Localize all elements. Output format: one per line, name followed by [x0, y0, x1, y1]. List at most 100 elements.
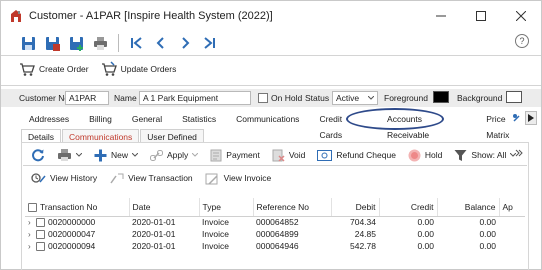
transaction-cell: › 0020000094 [28, 240, 96, 252]
refund-cheque-button[interactable]: Refund Cheque [317, 145, 400, 165]
select-all-checkbox[interactable] [28, 202, 37, 212]
tab-scroll-right[interactable] [525, 111, 537, 125]
hold-icon [408, 149, 421, 161]
ar-toolbar-divider [23, 165, 527, 166]
subtab-details[interactable]: Details [21, 129, 61, 143]
cheque-icon [317, 149, 333, 161]
row-checkbox[interactable] [36, 230, 45, 240]
minimize-button[interactable] [421, 1, 461, 30]
col-reference-no[interactable]: Reference No [253, 198, 332, 217]
row-checkbox[interactable] [36, 218, 45, 228]
col-type[interactable]: Type [199, 198, 254, 217]
table-row[interactable]: › 0020000047 2020-01-01 Invoice 000064899… [25, 228, 525, 240]
void-button[interactable]: Void [272, 145, 310, 165]
col-applied[interactable]: Ap [499, 198, 525, 217]
expand-icon[interactable]: › [28, 230, 36, 239]
table-row[interactable]: › 0020000000 2020-01-01 Invoice 000064852… [25, 216, 525, 228]
tab-addresses[interactable]: Addresses [19, 111, 79, 127]
view-transaction-button[interactable]: View Transaction [109, 168, 197, 188]
col-credit[interactable]: Credit [379, 198, 438, 217]
save-new-button[interactable] [67, 34, 85, 52]
next-record-button[interactable] [176, 34, 194, 52]
minimize-icon [436, 15, 446, 16]
reference-cell: 000064899 [256, 229, 299, 239]
first-record-icon [131, 37, 142, 49]
row-checkbox[interactable] [36, 242, 45, 252]
credit-cell: 0.00 [417, 241, 434, 251]
save-close-button[interactable] [43, 34, 61, 52]
col-debit[interactable]: Debit [331, 198, 380, 217]
save-button[interactable] [19, 34, 37, 52]
expand-icon[interactable]: › [28, 218, 36, 227]
col-transaction-no[interactable]: Transaction No [25, 198, 130, 217]
subtab-user-defined[interactable]: User Defined [140, 129, 204, 143]
balance-cell: 0.00 [479, 229, 496, 239]
refresh-icon [32, 149, 44, 162]
toolbar-divider [1, 55, 541, 56]
header-divider [1, 85, 541, 86]
view-toolbar: View History View Transaction View Invoi… [31, 170, 275, 186]
chevron-down-icon [368, 96, 374, 100]
update-orders-button[interactable]: Update Orders [101, 59, 181, 79]
tab-general[interactable]: General [122, 111, 172, 127]
tab-statistics[interactable]: Statistics [172, 111, 226, 127]
maximize-icon [476, 10, 486, 21]
previous-record-button[interactable] [152, 34, 170, 52]
refresh-button[interactable] [31, 145, 49, 165]
caret-right-icon [528, 114, 534, 122]
tab-communications[interactable]: Communications [226, 111, 309, 127]
status-label: Status [305, 93, 330, 103]
reference-cell: 000064946 [256, 241, 299, 251]
name-field[interactable]: A 1 Park Equipment [139, 91, 251, 105]
last-record-button[interactable] [200, 34, 218, 52]
apply-button[interactable]: Apply [150, 145, 202, 165]
view-history-button[interactable]: View History [31, 168, 101, 188]
create-order-label: Create Order [39, 64, 89, 74]
close-button[interactable] [501, 1, 541, 30]
last-record-icon [204, 37, 215, 49]
window-title: Customer - A1PAR [Inspire Health System … [29, 9, 273, 22]
filter-icon [454, 149, 467, 161]
apply-label: Apply [167, 150, 189, 160]
help-button[interactable]: ? [515, 34, 529, 48]
status-select[interactable]: Active [332, 91, 378, 105]
create-order-button[interactable]: Create Order [19, 59, 93, 79]
invoice-icon [205, 173, 218, 185]
payment-icon [210, 149, 222, 161]
tab-billing[interactable]: Billing [79, 111, 122, 127]
col-balance[interactable]: Balance [437, 198, 500, 217]
view-invoice-button[interactable]: View Invoice [205, 168, 276, 188]
foreground-color-swatch[interactable] [433, 91, 449, 103]
first-record-button[interactable] [128, 34, 146, 52]
type-cell: Invoice [202, 229, 229, 239]
customer-no-field[interactable]: A1PAR [65, 91, 109, 105]
transactions-grid: Transaction No Date Type Reference No De… [25, 198, 525, 252]
transaction-icon [110, 173, 124, 183]
new-button[interactable]: New [94, 145, 142, 165]
payment-button[interactable]: Payment [210, 145, 264, 165]
help-icon: ? [519, 36, 525, 46]
subtab-communications[interactable]: Communications [61, 129, 140, 143]
chevron-down-icon [192, 153, 199, 157]
expand-icon[interactable]: › [28, 242, 36, 251]
refund-cheque-label: Refund Cheque [336, 150, 396, 160]
tab-overflow-icon [511, 111, 523, 125]
close-icon [516, 10, 526, 21]
history-icon [31, 172, 46, 183]
on-hold-checkbox[interactable] [258, 93, 268, 103]
hold-button[interactable]: Hold [408, 145, 446, 165]
void-icon [272, 149, 285, 162]
show-filter-button[interactable]: Show: All [454, 145, 520, 165]
col-date[interactable]: Date [129, 198, 200, 217]
grid-header-row: Transaction No Date Type Reference No De… [25, 198, 525, 217]
save-close-icon [45, 36, 60, 51]
print-menu-button[interactable] [57, 145, 86, 165]
printer-icon [93, 36, 107, 50]
background-color-swatch[interactable] [506, 91, 522, 103]
maximize-button[interactable] [461, 1, 501, 30]
toolbar-overflow-button[interactable] [515, 149, 523, 159]
date-cell: 2020-01-01 [132, 241, 176, 251]
table-row[interactable]: › 0020000094 2020-01-01 Invoice 000064946… [25, 240, 525, 252]
type-cell: Invoice [202, 241, 229, 251]
print-button[interactable] [91, 34, 109, 52]
